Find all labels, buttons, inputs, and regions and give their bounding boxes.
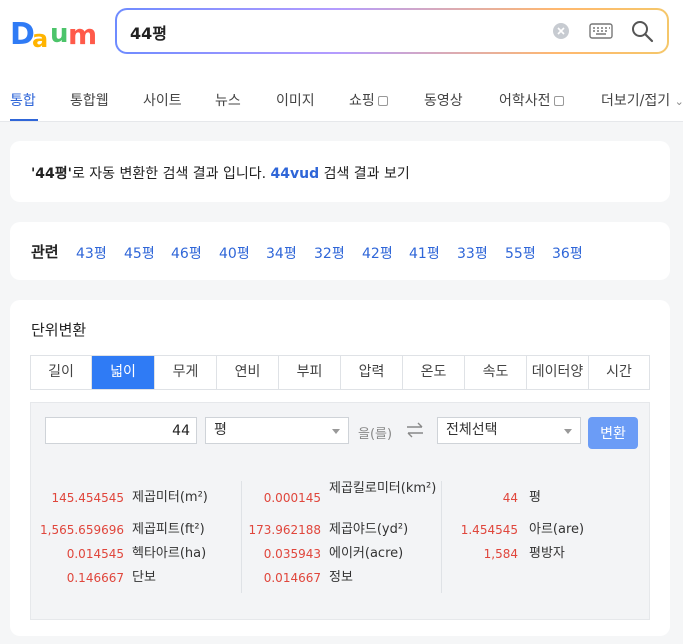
result-value: 44 [502,491,518,505]
result-value: 173.962188 [248,523,321,537]
unit-tab-fuel[interactable]: 연비 [217,356,279,389]
result-unit: 제곱피트(ft²) [132,522,205,537]
caret-down-icon [564,429,572,434]
related-link[interactable]: 43평 [76,243,107,263]
search-input[interactable] [130,20,530,44]
convert-button[interactable]: 변환 [588,417,638,449]
result-unit: 제곱킬로미터(km²) [329,481,437,496]
search-tabs: 통합 통합웹 사이트 뉴스 이미지 쇼핑 동영상 어학사전 더보기/접기 ⌄ [0,76,683,122]
result-value: 1,565.659696 [40,523,124,537]
related-link[interactable]: 41평 [409,243,440,263]
unit-tab-area[interactable]: 넓이 [92,356,155,389]
particle-label: 을(를) [358,427,393,442]
tab-integrated-web[interactable]: 통합웹 [70,90,109,110]
result-value: 0.000145 [263,491,321,505]
from-unit-select[interactable]: 평 [205,417,349,444]
unit-tab-length[interactable]: 길이 [31,356,92,389]
tab-integrated[interactable]: 통합 [10,90,36,110]
conversion-results: 145.454545 제곱미터(m²) 1,565.659696 제곱피트(ft… [31,477,651,597]
result-unit: 제곱미터(m²) [132,490,208,505]
daum-logo[interactable]: D a u m [10,14,98,50]
tab-news[interactable]: 뉴스 [215,90,241,110]
external-link-icon [377,96,388,106]
tab-more-label: 더보기/접기 [601,93,671,109]
result-unit: 에이커(acre) [329,546,404,561]
related-link[interactable]: 46평 [171,243,202,263]
related-link[interactable]: 42평 [362,243,393,263]
related-link[interactable]: 34평 [266,243,297,263]
alt-query-link[interactable]: 44vud [271,166,320,182]
unit-tab-time[interactable]: 시간 [589,356,649,389]
unit-tab-temperature[interactable]: 온도 [403,356,465,389]
search-box [115,8,669,54]
related-link[interactable]: 45평 [124,243,155,263]
tab-dictionary[interactable]: 어학사전 [499,90,564,110]
related-link[interactable]: 36평 [552,243,583,263]
swap-icon[interactable] [405,422,425,438]
unit-tab-weight[interactable]: 무게 [155,356,217,389]
converter-panel: 평 을(를) 전체선택 변환 145.454545 제곱미터(m²) 1,565… [30,402,650,620]
result-value: 145.454545 [51,491,124,505]
related-title: 관련 [31,243,59,261]
column-divider [241,481,242,593]
external-link-icon [553,96,564,106]
clear-icon[interactable] [553,23,569,39]
unit-tab-speed[interactable]: 속도 [465,356,527,389]
unit-tab-pressure[interactable]: 압력 [341,356,403,389]
caret-down-icon [332,429,340,434]
notice-query: '44평' [31,166,72,182]
amount-input[interactable] [45,417,197,444]
result-value: 0.035943 [263,547,321,561]
tab-image[interactable]: 이미지 [276,90,315,110]
unit-converter-title: 단위변환 [31,321,87,339]
keyboard-icon[interactable] [589,22,613,40]
related-link[interactable]: 55평 [505,243,536,263]
notice-suffix: 검색 결과 보기 [319,166,410,182]
unit-category-tabs: 길이 넓이 무게 연비 부피 압력 온도 속도 데이터양 시간 [30,355,650,390]
tab-dictionary-label: 어학사전 [499,93,551,109]
to-unit-select[interactable]: 전체선택 [437,417,581,444]
search-icon[interactable] [630,19,654,43]
tab-site[interactable]: 사이트 [143,90,182,110]
result-unit: 아르(are) [529,522,585,537]
active-tab-indicator [10,119,38,121]
result-unit: 단보 [132,570,156,585]
result-value: 1.454545 [460,523,518,537]
notice-message: 로 자동 변환한 검색 결과 입니다. [71,166,271,182]
result-unit: 평 [529,490,541,505]
result-value: 0.146667 [66,571,124,585]
tab-more[interactable]: 더보기/접기 ⌄ [601,90,683,110]
result-value: 0.014545 [66,547,124,561]
related-link[interactable]: 32평 [314,243,345,263]
to-unit-value: 전체선택 [446,422,498,438]
related-link[interactable]: 33평 [457,243,488,263]
result-unit: 평방자 [529,546,565,561]
result-unit: 헥타아르(ha) [132,546,207,561]
chevron-down-icon: ⌄ [674,95,683,108]
tab-video[interactable]: 동영상 [424,90,463,110]
result-value: 0.014667 [263,571,321,585]
svg-text:u: u [50,19,69,49]
related-searches: 관련 43평 45평 46평 40평 34평 32평 42평 41평 33평 5… [10,222,670,280]
auto-convert-notice: '44평'로 자동 변환한 검색 결과 입니다. 44vud 검색 결과 보기 [10,141,670,202]
notice-text: '44평'로 자동 변환한 검색 결과 입니다. 44vud 검색 결과 보기 [31,163,410,183]
result-unit: 정보 [329,570,353,585]
result-unit: 제곱야드(yd²) [329,522,409,537]
from-unit-value: 평 [214,422,227,438]
related-link[interactable]: 40평 [219,243,250,263]
unit-tab-data[interactable]: 데이터양 [527,356,589,389]
svg-text:a: a [32,25,48,50]
tab-shopping[interactable]: 쇼핑 [349,90,388,110]
result-value: 1,584 [483,547,518,561]
tab-shopping-label: 쇼핑 [349,93,375,109]
unit-converter: 단위변환 길이 넓이 무게 연비 부피 압력 온도 속도 데이터양 시간 평 을… [10,300,670,636]
unit-tab-volume[interactable]: 부피 [279,356,341,389]
column-divider [441,481,442,593]
header: D a u m [0,0,683,76]
svg-text:m: m [68,18,97,50]
